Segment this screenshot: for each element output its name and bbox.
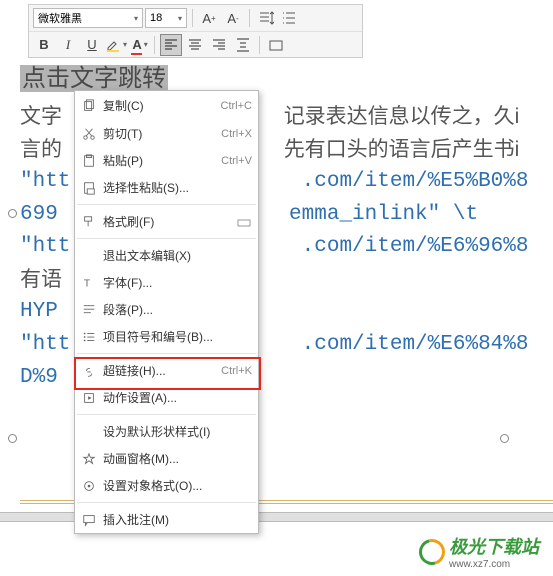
align-center-button[interactable]	[184, 34, 206, 56]
chevron-down-icon: ▾	[178, 14, 182, 23]
menu-label: 格式刷(F)	[99, 213, 236, 230]
menu-shortcut: Ctrl+C	[221, 100, 252, 112]
menu-shortcut: Ctrl+V	[221, 155, 252, 167]
url-fragment: .com/item/%E6%96%8	[302, 235, 529, 258]
font-family-select[interactable]: 微软雅黑 ▾	[33, 8, 143, 28]
italic-button[interactable]: I	[57, 34, 79, 56]
menu-paragraph[interactable]: 段落(P)...	[75, 296, 258, 323]
menu-label: 剪切(T)	[99, 125, 221, 142]
text-fragment: 文字	[20, 105, 62, 128]
text-fragment: 先有口头的语言后产生书i	[284, 138, 520, 161]
format-painter-icon	[79, 215, 99, 229]
formatting-toolbar: 微软雅黑 ▾ 18 ▾ A+ A- B I U ▾ A▾	[28, 4, 363, 58]
menu-bullets-numbering[interactable]: 项目符号和编号(B)...	[75, 323, 258, 350]
selection-handle[interactable]	[500, 434, 509, 443]
menu-shortcut: Ctrl+K	[221, 365, 252, 377]
menu-copy[interactable]: 复制(C) Ctrl+C	[75, 91, 258, 120]
url-fragment: emma_inlink" \t	[289, 203, 478, 226]
menu-font[interactable]: T 字体(F)...	[75, 269, 258, 296]
menu-label: 项目符号和编号(B)...	[99, 328, 252, 345]
menu-animation-pane[interactable]: 动画窗格(M)...	[75, 445, 258, 472]
watermark-logo: 极光下载站 www.xz7.com	[419, 533, 539, 570]
increase-font-button[interactable]: A+	[198, 7, 220, 29]
toolbar-row-1: 微软雅黑 ▾ 18 ▾ A+ A-	[29, 5, 362, 31]
selection-handle[interactable]	[8, 209, 17, 218]
menu-paste-special[interactable]: 选择性粘贴(S)...	[75, 174, 258, 201]
list-spacing-button[interactable]	[279, 7, 301, 29]
shape-outline-button[interactable]	[265, 34, 287, 56]
url-fragment: "htt	[20, 235, 70, 258]
menu-action-settings[interactable]: 动作设置(A)...	[75, 384, 258, 411]
cut-icon	[79, 127, 99, 141]
menu-format-painter[interactable]: 格式刷(F)	[75, 208, 258, 235]
menu-insert-comment[interactable]: 插入批注(M)	[75, 506, 258, 533]
menu-label: 设为默认形状样式(I)	[99, 423, 252, 440]
menu-label: 插入批注(M)	[99, 511, 252, 528]
url-fragment: "htt	[20, 333, 70, 356]
menu-cut[interactable]: 剪切(T) Ctrl+X	[75, 120, 258, 147]
bold-button[interactable]: B	[33, 34, 55, 56]
animation-icon	[79, 452, 99, 466]
font-icon: T	[79, 276, 99, 290]
menu-default-shape-style[interactable]: 设为默认形状样式(I)	[75, 418, 258, 445]
url-fragment: 699	[20, 203, 58, 226]
bullets-icon	[79, 330, 99, 344]
url-fragment: D%9	[20, 366, 58, 389]
brand-url: www.xz7.com	[449, 559, 539, 570]
menu-label: 超链接(H)...	[99, 362, 221, 379]
brand-name: 极光下载站	[449, 533, 539, 559]
menu-label: 设置对象格式(O)...	[99, 477, 252, 494]
format-painter-side-icon	[236, 214, 252, 230]
selection-handle[interactable]	[8, 434, 17, 443]
menu-label: 段落(P)...	[99, 301, 252, 318]
menu-format-object[interactable]: 设置对象格式(O)...	[75, 472, 258, 499]
highlighted-link-text[interactable]: 点击文字跳转	[20, 65, 168, 92]
comment-icon	[79, 513, 99, 527]
swirl-icon	[414, 534, 450, 570]
paragraph-icon	[79, 303, 99, 317]
menu-label: 选择性粘贴(S)...	[99, 179, 252, 196]
menu-hyperlink[interactable]: 超链接(H)... Ctrl+K	[75, 357, 258, 384]
hyperlink-icon	[79, 364, 99, 378]
svg-text:T: T	[84, 277, 91, 289]
decrease-font-button[interactable]: A-	[222, 7, 244, 29]
menu-label: 动画窗格(M)...	[99, 450, 252, 467]
menu-label: 动作设置(A)...	[99, 389, 252, 406]
text-fragment: 言的	[20, 138, 62, 161]
font-size-value: 18	[150, 12, 162, 24]
menu-label: 复制(C)	[99, 97, 221, 114]
paste-icon	[79, 154, 99, 168]
vertical-align-button[interactable]	[232, 34, 254, 56]
highlight-color-button[interactable]: ▾	[105, 34, 127, 56]
menu-label: 退出文本编辑(X)	[99, 247, 252, 264]
align-left-button[interactable]	[160, 34, 182, 56]
toolbar-row-2: B I U ▾ A▾	[29, 31, 362, 57]
menu-label: 字体(F)...	[99, 274, 252, 291]
line-spacing-button[interactable]	[255, 7, 277, 29]
menu-label: 粘贴(P)	[99, 152, 221, 169]
url-fragment: .com/item/%E5%B0%8	[302, 170, 529, 193]
format-object-icon	[79, 479, 99, 493]
url-fragment: .com/item/%E6%84%8	[302, 333, 529, 356]
url-fragment: HYP	[20, 300, 58, 323]
underline-button[interactable]: U	[81, 34, 103, 56]
copy-icon	[79, 99, 99, 113]
url-fragment: "htt	[20, 170, 70, 193]
paste-special-icon	[79, 181, 99, 195]
menu-exit-text-edit[interactable]: 退出文本编辑(X)	[75, 242, 258, 269]
text-fragment: 记录表达信息以传之，久i	[284, 105, 520, 128]
chevron-down-icon: ▾	[134, 14, 138, 23]
menu-paste[interactable]: 粘贴(P) Ctrl+V	[75, 147, 258, 174]
font-size-select[interactable]: 18 ▾	[145, 8, 187, 28]
context-menu: 复制(C) Ctrl+C 剪切(T) Ctrl+X 粘贴(P) Ctrl+V 选…	[74, 90, 259, 534]
align-right-button[interactable]	[208, 34, 230, 56]
action-settings-icon	[79, 391, 99, 405]
menu-shortcut: Ctrl+X	[221, 128, 252, 140]
font-family-value: 微软雅黑	[38, 10, 82, 26]
text-fragment: 有语	[20, 268, 62, 291]
